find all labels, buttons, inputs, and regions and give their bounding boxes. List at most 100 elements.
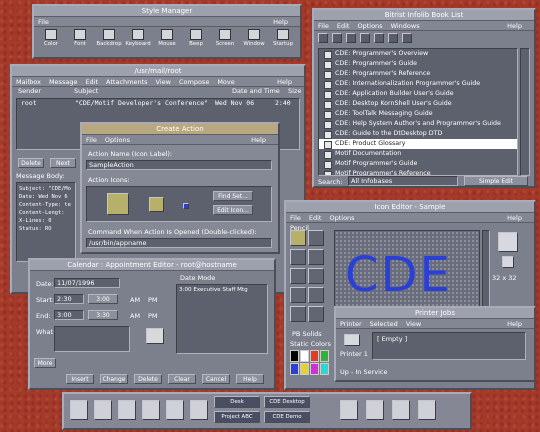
workspace-button[interactable]: Project ABC [214,411,260,423]
message-body[interactable]: Subject: "CDE/Mo Date: Wed Nov 6 Content-T… [16,182,76,262]
menu-compose[interactable]: Compose [179,78,209,86]
back-icon[interactable] [318,33,328,43]
help-viewer-titlebar[interactable]: Bitrist Infolib Book List [314,10,534,21]
menu-file[interactable]: File [38,18,49,26]
list-item[interactable]: CDE: ToolTalk Messaging Guide [319,109,517,119]
action-name-input[interactable]: SampleAction [86,160,272,170]
appointment-item[interactable]: 3:00 Executive Staff Mtg [179,287,248,293]
history-icon[interactable] [388,33,398,43]
large-action-icon[interactable] [107,193,129,215]
menu-move[interactable]: Move [217,78,234,86]
color-swatch[interactable] [320,350,329,362]
list-item[interactable]: Motif Documentation [319,149,517,159]
menu-file[interactable]: File [318,22,329,30]
list-item[interactable]: Motif Programmer's Reference [319,169,517,175]
end-pm[interactable]: PM [148,312,158,320]
end-dropdown[interactable]: 3:30 [88,310,118,320]
create-action-window[interactable]: Create Action File Options Help Action Nam… [80,122,280,254]
color-swatch[interactable] [310,350,319,362]
lock-icon[interactable] [190,400,208,420]
workspace-button[interactable]: CDE Demo [264,411,310,423]
start-am[interactable]: AM [130,296,140,304]
next-button[interactable]: Next [50,158,76,168]
list-item[interactable]: CDE: Programmer's Overview [319,49,517,59]
small-action-icon[interactable] [183,203,189,209]
menu-file[interactable]: File [86,136,97,144]
color-swatch[interactable] [290,363,299,375]
menu-help[interactable]: Help [507,319,522,328]
style-keyboard-button[interactable]: Keyboard [125,29,151,53]
style-startup-button[interactable]: Startup [270,29,296,53]
book-list[interactable]: CDE: Programmer's Overview CDE: Programme… [318,48,518,176]
list-item[interactable]: CDE: Product Glossary [319,139,517,149]
menu-options[interactable]: Options [105,136,130,144]
ellipse-tool-icon[interactable] [308,249,324,265]
help-icon[interactable] [392,400,410,420]
printer-titlebar[interactable]: Printer Jobs [336,308,534,319]
printer-icon[interactable] [344,334,360,346]
select-tool-icon[interactable] [308,287,324,303]
color-swatch[interactable] [300,363,309,375]
style-backdrop-button[interactable]: Backdrop [96,29,122,53]
menu-options[interactable]: Options [357,22,382,30]
list-item[interactable]: CDE: Desktop KornShell User's Guide [319,99,517,109]
list-item[interactable]: CDE: Programmer's Reference [319,69,517,79]
table-row[interactable]: root "CDE/Motif Developer's Conference" … [17,99,299,107]
circle-tool-icon[interactable] [290,306,306,322]
fill-tool-icon[interactable] [308,268,324,284]
icon-editor-titlebar[interactable]: Icon Editor - Sample [286,202,534,213]
menu-printer[interactable]: Printer [340,320,362,328]
printer-jobs-window[interactable]: Printer Jobs Printer Selected View Help Pri… [334,306,536,382]
menu-attachments[interactable]: Attachments [106,78,148,86]
appointment-list[interactable]: 3:00 Executive Staff Mtg [176,284,268,354]
style-color-button[interactable]: Color [38,29,64,53]
list-item[interactable]: CDE: Internationalization Programmer's G… [319,79,517,89]
menu-edit[interactable]: Edit [337,22,350,30]
menu-help[interactable]: Help [273,17,288,26]
menu-message[interactable]: Message [49,78,78,86]
color-swatch[interactable] [300,350,309,362]
help-button[interactable]: Help [236,374,264,384]
find-set-button[interactable]: Find Set... [213,191,253,201]
menu-selected[interactable]: Selected [370,320,398,328]
color-swatch[interactable] [310,363,319,375]
eraser-tool-icon[interactable] [290,287,306,303]
mail-icon[interactable] [166,400,184,420]
style-beep-button[interactable]: Beep [183,29,209,53]
search-scope-field[interactable]: All Infobases [348,176,458,186]
search-icon[interactable] [374,33,384,43]
print-icon[interactable] [346,33,356,43]
color-swatch[interactable] [290,350,299,362]
list-item[interactable]: CDE: Guide to the DtDesktop DTD [319,129,517,139]
workspace-button[interactable]: Desk [214,396,260,408]
cancel-button[interactable]: Cancel [202,374,230,384]
start-dropdown[interactable]: 3:00 [88,294,118,304]
list-item[interactable]: Motif Programmer's Guide [319,159,517,169]
date-input[interactable]: 11/07/1996 [54,278,120,288]
exit-icon[interactable] [340,400,358,420]
menu-windows[interactable]: Windows [391,22,420,30]
print-queue[interactable]: [ Empty ] [372,332,526,360]
menu-help[interactable]: Help [251,135,266,144]
color-swatch[interactable] [320,363,329,375]
workspace-button[interactable]: CDE Desktop [264,396,310,408]
forward-icon[interactable] [332,33,342,43]
what-input[interactable] [54,326,130,352]
bookmark-icon[interactable] [360,33,370,43]
command-input[interactable]: /usr/bin/appname [86,238,272,248]
menu-view[interactable]: View [406,320,421,328]
menu-options[interactable]: Options [329,214,354,222]
style-icon[interactable] [418,400,436,420]
style-screen-button[interactable]: Screen [212,29,238,53]
start-input[interactable]: 2:30 [54,294,84,304]
list-item[interactable]: CDE: Help System Author's and Programmer… [319,119,517,129]
delete-button[interactable]: Delete [18,158,44,168]
end-am[interactable]: AM [130,312,140,320]
menu-view[interactable]: View [156,78,171,86]
calendar-window[interactable]: Calendar : Appointment Editor - root@hos… [28,258,276,390]
calendar-titlebar[interactable]: Calendar : Appointment Editor - root@hos… [30,260,274,271]
medium-action-icon[interactable] [149,197,164,212]
list-item[interactable]: CDE: Programmer's Guide [319,59,517,69]
text-icon[interactable] [142,400,160,420]
style-manager-titlebar[interactable]: Style Manager [34,6,300,17]
